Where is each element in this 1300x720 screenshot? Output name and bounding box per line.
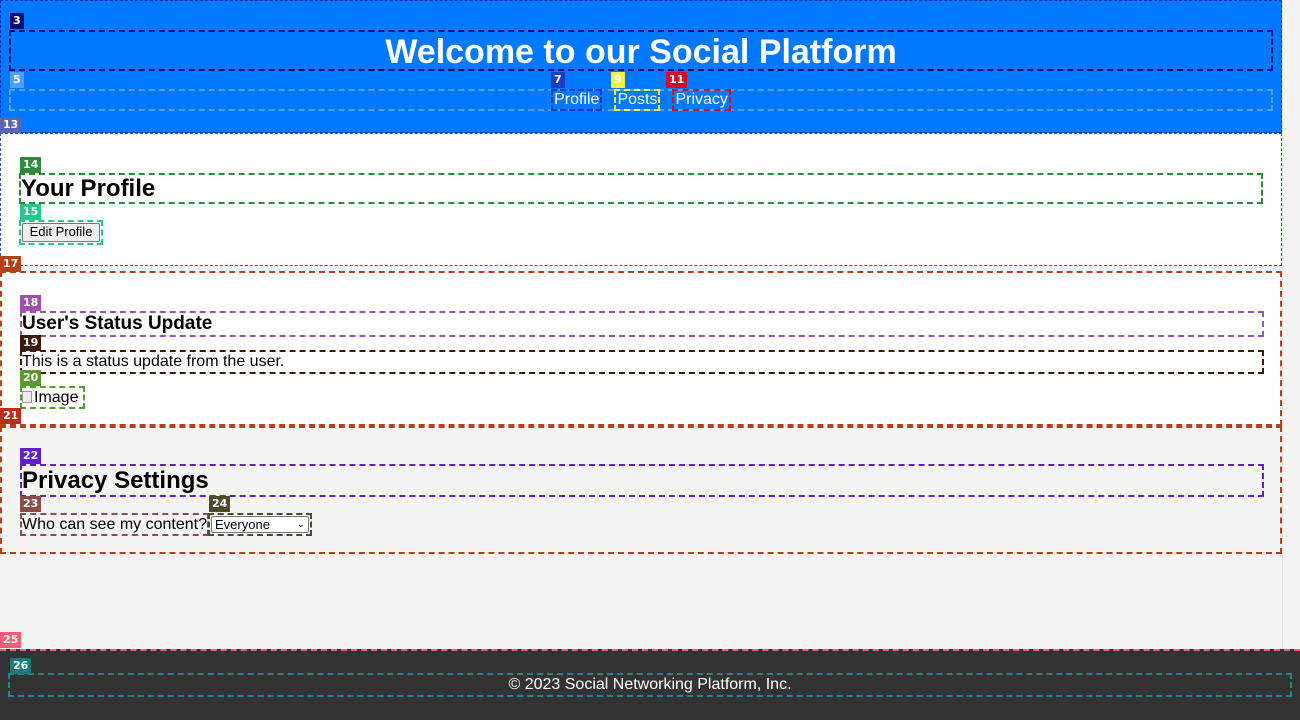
- nav-link-privacy[interactable]: Privacy: [672, 89, 731, 111]
- status-image: Image: [20, 386, 85, 409]
- status-text: This is a status update from the user.: [20, 350, 1264, 374]
- marker-11: 11: [666, 72, 688, 88]
- marker-24: 24: [209, 496, 231, 512]
- broken-image-icon: [22, 391, 32, 403]
- site-title: Welcome to our Social Platform: [9, 30, 1273, 71]
- edit-profile-button-label: Edit Profile: [22, 223, 100, 242]
- edit-profile-button[interactable]: Edit Profile: [19, 220, 103, 245]
- marker-14: 14: [20, 157, 42, 173]
- status-image-alt: Image: [34, 389, 79, 406]
- marker-7: 7: [551, 72, 565, 88]
- marker-23: 23: [20, 496, 42, 512]
- marker-3: 3: [10, 13, 24, 29]
- marker-15: 15: [20, 204, 42, 220]
- marker-20: 20: [20, 370, 42, 386]
- marker-25: 25: [0, 632, 22, 648]
- marker-13: 13: [0, 117, 22, 133]
- privacy-heading: Privacy Settings: [20, 464, 1264, 497]
- visibility-select-value: Everyone: [215, 517, 270, 532]
- nav-link-posts[interactable]: Posts: [614, 89, 661, 111]
- marker-5: 5: [10, 72, 24, 88]
- visibility-select-box[interactable]: Everyone ⌄: [211, 516, 309, 533]
- marker-26: 26: [10, 658, 32, 674]
- marker-21: 21: [0, 408, 22, 424]
- status-section: User's Status Update This is a status up…: [0, 271, 1282, 426]
- site-header: Welcome to our Social Platform Profile P…: [0, 0, 1282, 133]
- marker-19: 19: [20, 335, 42, 351]
- main-nav: Profile Posts Privacy: [9, 89, 1273, 111]
- marker-17: 17: [0, 256, 22, 272]
- privacy-section: Privacy Settings Who can see my content?…: [0, 426, 1282, 554]
- visibility-select[interactable]: Everyone ⌄: [208, 513, 312, 536]
- status-heading: User's Status Update: [20, 311, 1264, 337]
- nav-link-profile[interactable]: Profile: [551, 89, 603, 111]
- footer-text: © 2023 Social Networking Platform, Inc.: [8, 673, 1292, 697]
- marker-22: 22: [20, 448, 42, 464]
- marker-9: 9: [611, 72, 625, 88]
- scrollbar-track[interactable]: [1282, 0, 1300, 720]
- profile-section: Your Profile Edit Profile: [0, 133, 1282, 266]
- profile-heading: Your Profile: [19, 173, 1263, 204]
- chevron-down-icon: ⌄: [296, 519, 305, 530]
- privacy-label: Who can see my content?: [20, 513, 209, 536]
- marker-18: 18: [20, 295, 42, 311]
- site-footer: © 2023 Social Networking Platform, Inc.: [0, 649, 1300, 720]
